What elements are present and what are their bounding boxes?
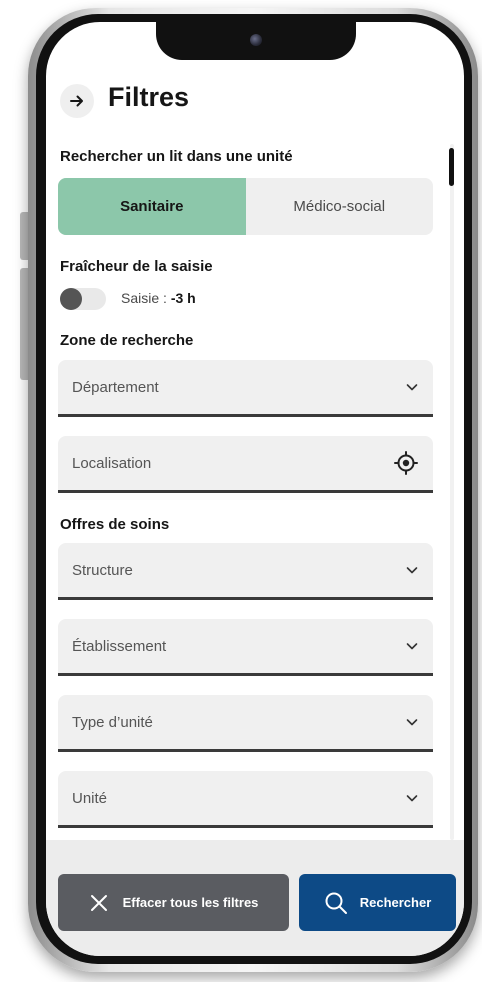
chevron-down-icon — [406, 643, 418, 650]
unit-placeholder: Unité — [72, 789, 108, 807]
chevron-down-icon — [406, 567, 418, 574]
search-icon — [325, 892, 347, 914]
structure-select[interactable]: Structure — [58, 543, 433, 600]
app-screen: Filtres Rechercher un lit dans une unité… — [46, 22, 464, 956]
freshness-toggle[interactable] — [60, 288, 106, 310]
clear-filters-button[interactable]: Effacer tous les filtres — [58, 874, 289, 931]
crosshair-icon[interactable] — [393, 450, 419, 476]
zone-label: Zone de recherche — [60, 332, 194, 349]
chevron-down-icon — [406, 384, 418, 391]
close-icon — [90, 894, 107, 911]
clear-filters-label: Effacer tous les filtres — [122, 895, 259, 910]
segment-sanitaire[interactable]: Sanitaire — [58, 178, 246, 235]
scrollbar-thumb[interactable] — [449, 148, 454, 186]
unit-type-segmented-control: Sanitaire Médico-social — [58, 178, 433, 235]
structure-placeholder: Structure — [72, 561, 133, 579]
chevron-down-icon — [406, 719, 418, 726]
segment-medico-social[interactable]: Médico-social — [246, 178, 434, 235]
toggle-prefix: Saisie : — [121, 290, 171, 306]
unit-search-label: Rechercher un lit dans une unité — [60, 148, 293, 165]
location-placeholder: Localisation — [72, 454, 152, 472]
care-offers-label: Offres de soins — [60, 516, 170, 533]
scrollbar-track[interactable] — [450, 144, 454, 840]
unit-type-select[interactable]: Type d’unité — [58, 695, 433, 752]
arrow-right-icon — [70, 95, 83, 107]
freshness-toggle-text: Saisie : -3 h — [121, 290, 196, 306]
unit-type-placeholder: Type d’unité — [72, 713, 153, 731]
freshness-label: Fraîcheur de la saisie — [60, 258, 213, 275]
toggle-value: -3 h — [170, 290, 196, 306]
toggle-knob — [60, 288, 82, 310]
unit-select[interactable]: Unité — [58, 771, 433, 828]
location-input[interactable]: Localisation — [58, 436, 433, 493]
page-title: Filtres — [108, 82, 190, 112]
back-button[interactable] — [60, 84, 94, 118]
search-button[interactable]: Rechercher — [299, 874, 456, 931]
department-placeholder: Département — [72, 378, 159, 396]
department-select[interactable]: Département — [58, 360, 433, 417]
establishment-placeholder: Établissement — [72, 637, 167, 655]
chevron-down-icon — [406, 795, 418, 802]
establishment-select[interactable]: Établissement — [58, 619, 433, 676]
camera-icon — [250, 34, 262, 46]
search-label: Rechercher — [359, 895, 432, 910]
